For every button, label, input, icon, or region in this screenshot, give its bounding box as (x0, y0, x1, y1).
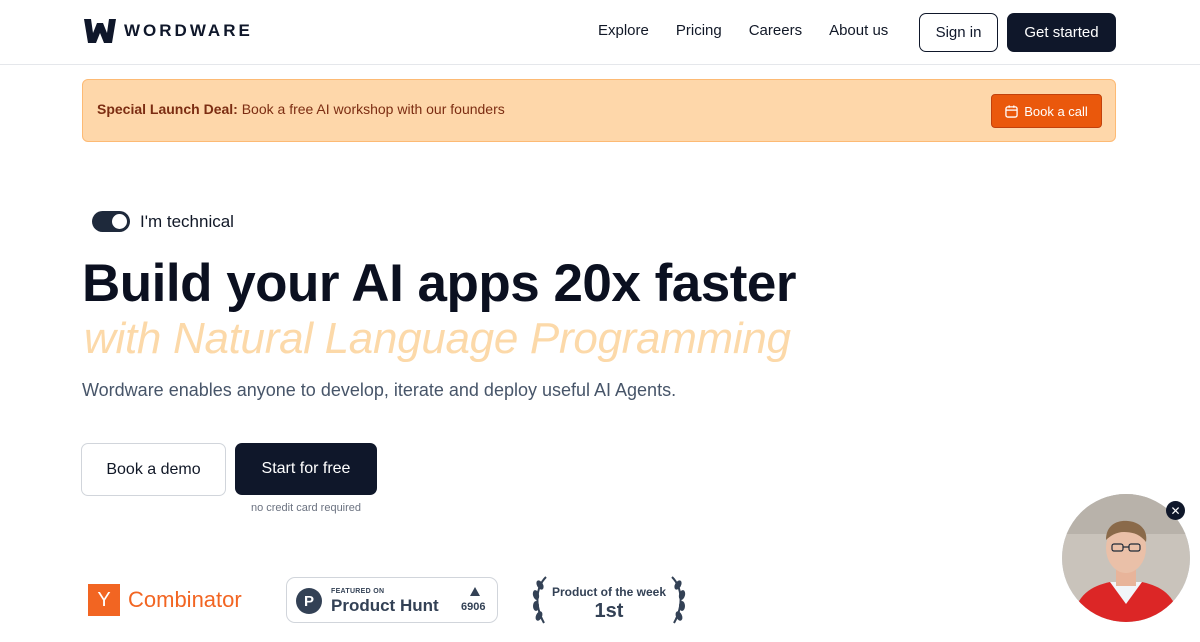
brand-name: WORDWARE (124, 21, 253, 40)
hero-description: Wordware enables anyone to develop, iter… (82, 380, 677, 400)
product-hunt-logo-icon: P (296, 588, 322, 614)
nav-about-us[interactable]: About us (829, 22, 888, 39)
y-combinator-badge[interactable]: Y Combinator (88, 584, 242, 616)
launch-deal-banner: Special Launch Deal: Book a free AI work… (82, 79, 1116, 142)
close-video-icon[interactable]: ✕ (1166, 501, 1185, 520)
wordware-logo-icon (84, 19, 116, 43)
book-demo-button[interactable]: Book a demo (81, 443, 226, 496)
main-nav: Explore Pricing Careers About us (598, 22, 915, 39)
ph-name: Product Hunt (331, 596, 439, 615)
product-hunt-badge[interactable]: P FEATURED ON Product Hunt 6906 (286, 577, 498, 623)
potw-rank: 1st (594, 600, 624, 622)
ph-featured-label: FEATURED ON (331, 588, 385, 595)
site-header: WORDWARE Explore Pricing Careers About u… (0, 0, 1200, 65)
nav-pricing[interactable]: Pricing (676, 22, 722, 39)
calendar-icon (1005, 104, 1018, 118)
technical-toggle[interactable] (92, 211, 130, 232)
banner-bold-label: Special Launch Deal: (97, 101, 238, 117)
no-credit-card-note: no credit card required (250, 502, 362, 514)
brand-logo[interactable]: WORDWARE (84, 19, 253, 43)
laurel-right-icon (671, 576, 686, 624)
y-combinator-text: Combinator (128, 587, 242, 612)
banner-text: Special Launch Deal: Book a free AI work… (97, 101, 505, 117)
nav-careers[interactable]: Careers (749, 22, 802, 39)
product-of-week-badge[interactable]: Product of the week 1st (530, 575, 688, 627)
sign-in-button[interactable]: Sign in (919, 13, 998, 52)
hero-title: Build your AI apps 20x faster (82, 254, 796, 313)
upvote-arrow-icon (470, 587, 480, 596)
get-started-button[interactable]: Get started (1007, 13, 1116, 52)
banner-message: Book a free AI workshop with our founder… (237, 101, 505, 117)
hero-subtitle: with Natural Language Programming (84, 314, 791, 363)
potw-title: Product of the week (551, 585, 667, 599)
book-call-button[interactable]: Book a call (991, 94, 1102, 128)
book-call-label: Book a call (1024, 103, 1088, 119)
nav-explore[interactable]: Explore (598, 22, 649, 39)
ph-upvote-count: 6906 (461, 601, 486, 613)
technical-toggle-label: I'm technical (140, 212, 234, 231)
start-free-button[interactable]: Start for free (235, 443, 377, 495)
toggle-knob (112, 214, 127, 229)
y-combinator-logo-icon: Y (88, 584, 120, 616)
